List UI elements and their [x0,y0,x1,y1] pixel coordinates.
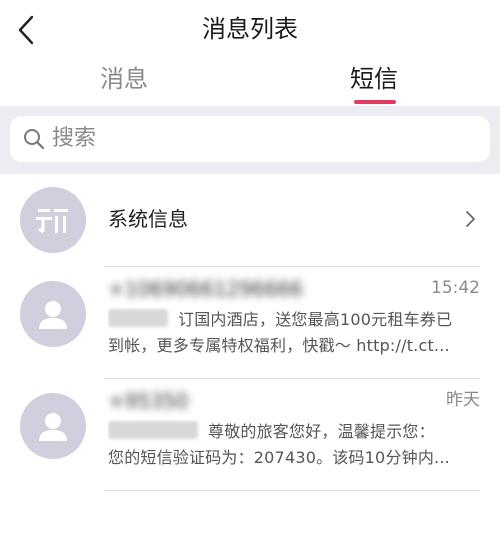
preview-line-1: 订国内酒店，送您最高100元租车券已 [178,310,453,329]
tab-sms[interactable]: 短信 [350,62,398,96]
tab-messages[interactable]: 消息 [100,62,148,96]
redacted-tag [108,309,168,327]
search-icon [24,129,45,150]
search-input[interactable]: 搜索 [10,116,490,162]
preview-line-2: 到帐，更多专属特权福利，快戳～ http://t.ct... [108,336,450,355]
sender-number: +95350 [108,389,189,413]
message-item[interactable]: +10690661296666 15:42 订国内酒店，送您最高100元租车券已… [0,267,500,379]
top-bar: 消息列表 [0,0,500,60]
divider [104,490,480,491]
system-avatar [20,187,86,253]
preview-line-1: 尊敬的旅客您好，温馨提示您： [208,422,435,441]
system-info-label: 系统信息 [108,207,188,231]
user-icon [39,301,67,329]
chevron-right-icon [466,211,475,227]
contact-avatar [20,393,86,459]
user-icon [39,413,67,441]
sender-number: +10690661296666 [108,277,303,301]
preview-line-2: 您的短信验证码为：207430。该码10分钟内... [108,448,450,467]
system-info-item[interactable]: 系统信息 [0,174,500,266]
message-item[interactable]: +95350 昨天 尊敬的旅客您好，温馨提示您： 您的短信验证码为：207430… [0,379,500,491]
search-placeholder: 搜索 [52,126,97,151]
message-time: 15:42 [431,278,480,298]
message-preview: 订国内酒店，送您最高100元租车券已 到帐，更多专属特权福利，快戳～ http:… [108,307,480,359]
message-time: 昨天 [446,390,480,410]
search-area: 搜索 [0,106,500,174]
contact-avatar [20,281,86,347]
system-notice-icon [36,209,68,234]
active-tab-indicator [354,100,396,104]
redacted-tag [108,421,198,439]
page-title: 消息列表 [202,15,298,43]
message-preview: 尊敬的旅客您好，温馨提示您： 您的短信验证码为：207430。该码10分钟内..… [108,419,480,471]
tab-bar: 消息 短信 [0,60,500,106]
